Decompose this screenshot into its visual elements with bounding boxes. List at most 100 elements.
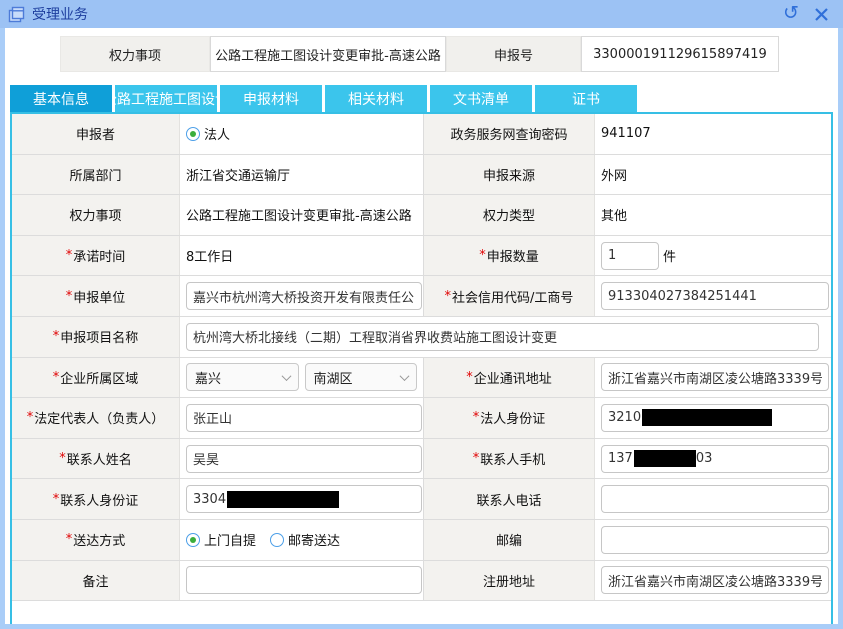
application-number-label: 申报号 — [446, 36, 581, 72]
contact-id-prefix: 3304 — [193, 492, 226, 507]
applicant-value-cell: 法人 — [180, 114, 424, 154]
region-cell: 嘉兴 南湖区 — [180, 358, 424, 398]
credit-code-label: *社会信用代码/工商号 — [424, 276, 595, 316]
row-contact-id: *联系人身份证 3304 联系人电话 — [12, 479, 831, 520]
chevron-down-icon — [281, 371, 291, 381]
tab-bar: 基本信息 公路工程施工图设计 申报材料 相关材料 文书清单 证书 — [10, 85, 838, 112]
register-address-label: 注册地址 — [424, 561, 595, 601]
contact-mobile-suffix: 03 — [696, 451, 713, 466]
region-city-dropdown[interactable]: 嘉兴 — [186, 363, 299, 391]
remark-input[interactable] — [186, 566, 422, 594]
titlebar: 受理业务 ↺ — [0, 0, 843, 28]
redaction-bar — [634, 450, 696, 467]
quantity-unit: 件 — [663, 246, 676, 265]
window-form-icon — [8, 6, 25, 23]
radio-legal-person-label: 法人 — [204, 124, 230, 143]
row-project-name: *申报项目名称 — [12, 317, 831, 358]
declare-unit-input[interactable] — [186, 282, 422, 310]
company-address-label: *企业通讯地址 — [424, 358, 595, 398]
contact-mobile-prefix: 137 — [608, 451, 633, 466]
legal-id-label: *法人身份证 — [424, 398, 595, 438]
contact-phone-input[interactable] — [601, 485, 829, 513]
contact-name-input[interactable] — [186, 445, 422, 473]
row-applicant: 申报者 法人 政务服务网查询密码 941107 — [12, 114, 831, 155]
tab-document-list[interactable]: 文书清单 — [430, 85, 532, 112]
region-district-dropdown[interactable]: 南湖区 — [305, 363, 418, 391]
postcode-cell — [595, 520, 831, 560]
application-number-value: 330000191129615897419 — [581, 36, 779, 72]
refresh-icon: ↺ — [783, 4, 799, 23]
legal-person-input[interactable] — [186, 404, 422, 432]
row-department: 所属部门 浙江省交通运输厅 申报来源 外网 — [12, 155, 831, 196]
power-item-header-value: 公路工程施工图设计变更审批-高速公路 — [210, 36, 446, 72]
register-address-input[interactable] — [601, 566, 829, 594]
quantity-value-cell: 件 — [595, 236, 831, 276]
header-strip: 权力事项 公路工程施工图设计变更审批-高速公路 申报号 330000191129… — [60, 36, 838, 72]
row-power-item: 权力事项 公路工程施工图设计变更审批-高速公路 权力类型 其他 — [12, 195, 831, 236]
region-city-value: 嘉兴 — [195, 368, 221, 387]
row-legal-person: *法定代表人（负责人） *法人身份证 3210 — [12, 398, 831, 439]
postcode-label: 邮编 — [424, 520, 595, 560]
register-address-cell — [595, 561, 831, 601]
project-name-input[interactable] — [186, 323, 819, 351]
remark-label: 备注 — [12, 561, 180, 601]
tab-basic-info[interactable]: 基本信息 — [10, 85, 112, 112]
legal-person-cell — [180, 398, 424, 438]
radio-legal-person-icon[interactable] — [186, 127, 200, 141]
radio-option-self-pickup[interactable]: 上门自提 — [186, 530, 256, 549]
power-item-label: 权力事项 — [12, 195, 180, 235]
radio-option-legal-person[interactable]: 法人 — [186, 124, 230, 143]
contact-mobile-cell: 137 03 — [595, 439, 831, 479]
promise-time-value: 8工作日 — [180, 236, 424, 276]
postcode-input[interactable] — [601, 526, 829, 554]
company-address-cell — [595, 358, 831, 398]
radio-self-pickup-label: 上门自提 — [204, 530, 256, 549]
contact-name-cell — [180, 439, 424, 479]
radio-self-pickup-icon[interactable] — [186, 533, 200, 547]
project-name-label: *申报项目名称 — [12, 317, 180, 357]
source-value: 外网 — [595, 155, 831, 195]
tab-certificate[interactable]: 证书 — [535, 85, 637, 112]
region-district-value: 南湖区 — [314, 368, 353, 387]
power-item-header-label: 权力事项 — [60, 36, 210, 72]
declare-unit-label: *申报单位 — [12, 276, 180, 316]
chevron-down-icon — [400, 371, 410, 381]
basic-info-form: 申报者 法人 政务服务网查询密码 941107 所属部门 浙江省交通运输厅 申报… — [10, 112, 833, 624]
contact-phone-label: 联系人电话 — [424, 479, 595, 519]
contact-id-input[interactable]: 3304 — [186, 485, 422, 513]
content-area: 权力事项 公路工程施工图设计变更审批-高速公路 申报号 330000191129… — [5, 28, 838, 624]
remark-cell — [180, 561, 424, 601]
tab-declare-materials[interactable]: 申报材料 — [220, 85, 322, 112]
tab-related-materials[interactable]: 相关材料 — [325, 85, 427, 112]
window-title: 受理业务 — [32, 4, 88, 24]
row-delivery: *送达方式 上门自提 邮寄送达 邮编 — [12, 520, 831, 561]
power-type-value: 其他 — [595, 195, 831, 235]
legal-id-cell: 3210 — [595, 398, 831, 438]
contact-mobile-input[interactable]: 137 03 — [601, 445, 829, 473]
close-button[interactable] — [809, 3, 833, 25]
redaction-bar — [227, 491, 339, 508]
refresh-button[interactable]: ↺ — [779, 3, 803, 25]
department-value: 浙江省交通运输厅 — [180, 155, 424, 195]
row-region: *企业所属区域 嘉兴 南湖区 *企业通讯地址 — [12, 358, 831, 399]
credit-code-cell — [595, 276, 831, 316]
tab-construction-drawing[interactable]: 公路工程施工图设计 — [115, 85, 217, 112]
radio-mail-delivery-icon[interactable] — [270, 533, 284, 547]
row-declare-unit: *申报单位 *社会信用代码/工商号 — [12, 276, 831, 317]
region-label: *企业所属区域 — [12, 358, 180, 398]
radio-option-mail-delivery[interactable]: 邮寄送达 — [270, 530, 340, 549]
legal-id-prefix: 3210 — [608, 410, 641, 425]
delivery-cell: 上门自提 邮寄送达 — [180, 520, 424, 560]
quantity-input[interactable] — [601, 242, 659, 270]
contact-id-label: *联系人身份证 — [12, 479, 180, 519]
query-password-value: 941107 — [595, 114, 831, 154]
source-label: 申报来源 — [424, 155, 595, 195]
window: 受理业务 ↺ 权力事项 公路工程施工图设计变更审批-高速公路 申报号 33000… — [0, 0, 843, 629]
query-password-label: 政务服务网查询密码 — [424, 114, 595, 154]
power-type-label: 权力类型 — [424, 195, 595, 235]
company-address-input[interactable] — [601, 363, 829, 391]
delivery-radio-group: 上门自提 邮寄送达 — [186, 530, 340, 549]
legal-id-input[interactable]: 3210 — [601, 404, 829, 432]
row-remark: 备注 注册地址 — [12, 561, 831, 602]
credit-code-input[interactable] — [601, 282, 829, 310]
